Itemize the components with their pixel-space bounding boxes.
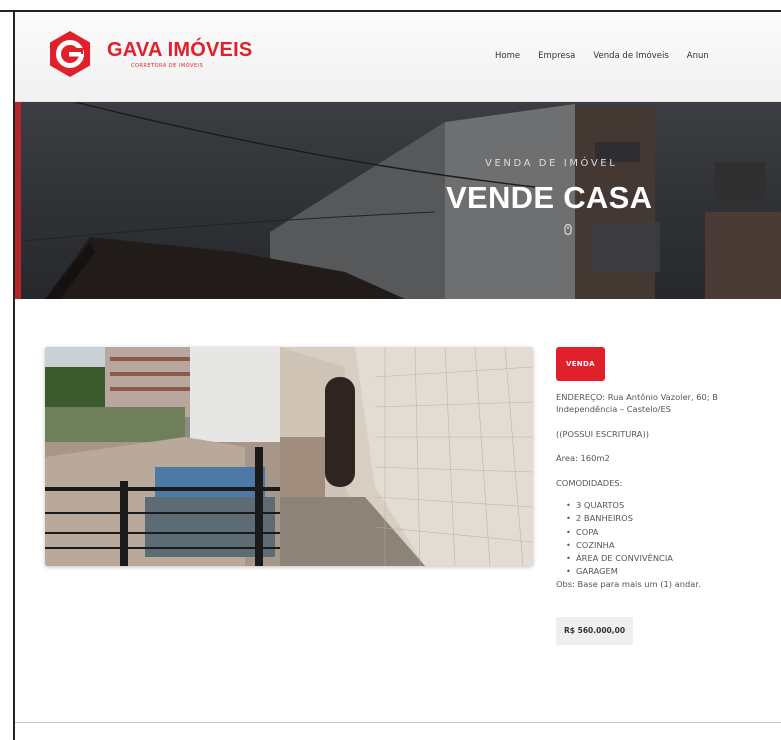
brand-hexagon-icon — [50, 31, 90, 77]
amenities-title: COMODIDADES: — [556, 477, 623, 488]
listing-area: Área: 160m2 — [556, 453, 610, 464]
listing-address-line2: Independência – Castelo/ES — [556, 404, 671, 415]
hero-title: VENDE CASA — [446, 180, 653, 215]
site-header: GAVA IMÓVEIS CORRETORA DE IMÓVEIS Home E… — [15, 12, 781, 102]
property-photo[interactable] — [45, 347, 533, 566]
listing-address-line1: ENDEREÇO: Rua Antônio Vazoler, 60; B — [556, 392, 718, 402]
property-image — [45, 347, 533, 566]
brand-name: GAVA IMÓVEIS — [107, 39, 253, 61]
hero-banner: VENDA DE IMÓVEL VENDE CASA — [15, 102, 781, 299]
window-border-left — [13, 10, 15, 740]
amenities-list: 3 QUARTOS 2 BANHEIROS COPA COZINHA ÁREA … — [556, 499, 781, 578]
page: GAVA IMÓVEIS CORRETORA DE IMÓVEIS Home E… — [0, 0, 781, 740]
window-border-top — [0, 10, 781, 12]
hero-kicker: VENDA DE IMÓVEL — [485, 158, 618, 169]
listing-type-badge: VENDA — [556, 347, 605, 381]
nav-empresa[interactable]: Empresa — [538, 51, 575, 61]
listing-price: R$ 560.000,00 — [556, 617, 634, 646]
brand-logo[interactable]: GAVA IMÓVEIS CORRETORA DE IMÓVEIS — [45, 29, 252, 79]
brand-tagline: CORRETORA DE IMÓVEIS — [131, 63, 204, 69]
window-border-bottom — [15, 722, 781, 723]
list-item: ÁREA DE CONVIVÊNCIA — [566, 552, 781, 565]
listing-deed: ((POSSUI ESCRITURA)) — [556, 428, 649, 439]
nav-anuncie[interactable]: Anun — [687, 51, 709, 61]
list-item: COZINHA — [566, 539, 781, 552]
hero-background-image — [15, 102, 781, 299]
list-item: 3 QUARTOS — [566, 499, 781, 512]
list-item: GARAGEM — [566, 565, 781, 578]
list-item: 2 BANHEIROS — [566, 512, 781, 525]
nav-home[interactable]: Home — [495, 51, 520, 61]
nav-venda-de-imoveis[interactable]: Venda de Imóveis — [593, 51, 668, 61]
list-item: COPA — [566, 526, 781, 539]
main-nav: Home Empresa Venda de Imóveis Anun — [495, 51, 727, 61]
listing-details: VENDA ENDEREÇO: Rua Antônio Vazoler, 60;… — [556, 347, 781, 646]
listing-obs: Obs: Base para mais um (1) andar. — [556, 579, 701, 590]
